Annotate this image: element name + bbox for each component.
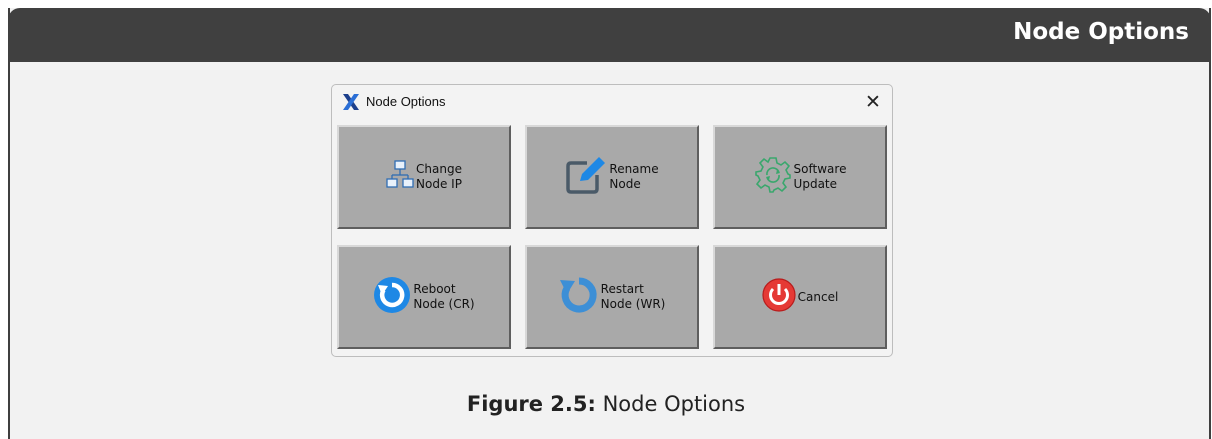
- reboot-node-button[interactable]: Reboot Node (CR): [337, 245, 511, 349]
- rename-node-label: Rename Node: [609, 162, 659, 191]
- node-options-dialog: Node Options ✕ Change Node IP Rename Nod…: [331, 84, 893, 357]
- restart-node-button[interactable]: Restart Node (WR): [525, 245, 699, 349]
- cancel-button[interactable]: Cancel: [713, 245, 887, 349]
- figure-caption-text: Node Options: [595, 392, 746, 416]
- app-logo-icon: [342, 93, 360, 111]
- page-header: Node Options: [8, 8, 1211, 62]
- dialog-titlebar: Node Options ✕: [332, 85, 892, 119]
- cancel-label: Cancel: [797, 289, 839, 304]
- change-node-ip-button[interactable]: Change Node IP: [337, 125, 511, 229]
- change-node-ip-label: Change Node IP: [416, 162, 462, 191]
- page-title: Node Options: [1013, 19, 1189, 45]
- restart-node-label: Restart Node (WR): [600, 282, 666, 311]
- figure-caption: Figure 2.5: Node Options: [0, 392, 1212, 416]
- power-icon: [762, 278, 796, 316]
- figure-number: Figure 2.5:: [466, 392, 596, 416]
- software-update-label: Software Update: [793, 162, 847, 191]
- network-icon: [386, 160, 414, 194]
- rename-node-button[interactable]: Rename Node: [525, 125, 699, 229]
- gear-refresh-icon: [754, 156, 792, 198]
- reboot-node-label: Reboot Node (CR): [413, 282, 475, 311]
- software-update-button[interactable]: Software Update: [713, 125, 887, 229]
- restart-icon: [559, 275, 599, 319]
- edit-icon: [565, 155, 607, 199]
- dialog-title: Node Options: [366, 94, 446, 109]
- close-button[interactable]: ✕: [860, 89, 886, 115]
- reboot-icon: [373, 276, 411, 318]
